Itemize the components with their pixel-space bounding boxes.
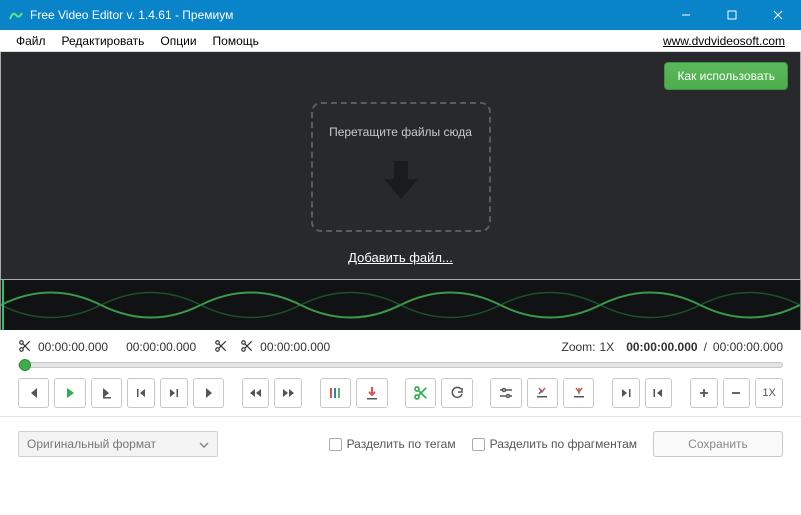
total-time: 00:00:00.000 bbox=[713, 340, 783, 354]
minimize-button[interactable] bbox=[663, 0, 709, 30]
down-arrow-icon bbox=[376, 155, 426, 210]
playhead-marker[interactable] bbox=[2, 280, 4, 330]
toolbar: 1X bbox=[0, 378, 801, 416]
menu-edit[interactable]: Редактировать bbox=[54, 32, 153, 50]
titlebar: Free Video Editor v. 1.4.61 - Премиум bbox=[0, 0, 801, 30]
current-time: 00:00:00.000 bbox=[626, 340, 697, 354]
scissor-icon bbox=[18, 339, 32, 356]
trim-left-button[interactable] bbox=[527, 378, 558, 408]
checkbox-icon bbox=[329, 438, 342, 451]
chevron-down-icon bbox=[199, 437, 209, 451]
format-combo[interactable]: Оригинальный формат bbox=[18, 431, 218, 457]
close-button[interactable] bbox=[755, 0, 801, 30]
waveform[interactable] bbox=[0, 280, 801, 330]
scissor-icon bbox=[214, 339, 228, 356]
cut-start-time: 00:00:00.000 bbox=[38, 340, 108, 354]
play-to-end-button[interactable] bbox=[91, 378, 122, 408]
split-by-tags-checkbox[interactable]: Разделить по тегам bbox=[329, 437, 456, 451]
menu-options[interactable]: Опции bbox=[152, 32, 204, 50]
cut-end-time: 00:00:00.000 bbox=[126, 340, 196, 354]
add-file-link[interactable]: Добавить файл... bbox=[348, 250, 453, 265]
menu-help[interactable]: Помощь bbox=[205, 32, 267, 50]
maximize-button[interactable] bbox=[709, 0, 755, 30]
zoom-label: Zoom: bbox=[561, 340, 595, 354]
zoom-value: 1X bbox=[600, 340, 615, 354]
split-by-tags-label: Разделить по тегам bbox=[347, 437, 456, 451]
seek-slider[interactable] bbox=[18, 362, 783, 368]
menubar: Файл Редактировать Опции Помощь www.dvdv… bbox=[0, 30, 801, 52]
how-to-use-button[interactable]: Как использовать bbox=[664, 62, 788, 90]
split-by-fragments-label: Разделить по фрагментам bbox=[490, 437, 637, 451]
dropzone-hint: Перетащите файлы сюда bbox=[329, 125, 472, 139]
skip-forward-button[interactable] bbox=[274, 378, 302, 408]
bottom-bar: Оригинальный формат Разделить по тегам Р… bbox=[0, 416, 801, 462]
settings-button[interactable] bbox=[490, 378, 521, 408]
step-forward-button[interactable] bbox=[193, 378, 224, 408]
next-frame-button[interactable] bbox=[160, 378, 188, 408]
video-stage: Как использовать Перетащите файлы сюда Д… bbox=[0, 52, 801, 280]
format-combo-value: Оригинальный формат bbox=[27, 437, 156, 451]
trim-right-button[interactable] bbox=[563, 378, 594, 408]
selection-time: 00:00:00.000 bbox=[260, 340, 330, 354]
website-link[interactable]: www.dvdvideosoft.com bbox=[663, 34, 793, 48]
skip-back-button[interactable] bbox=[242, 378, 270, 408]
mark-in-button[interactable] bbox=[612, 378, 640, 408]
dropzone[interactable]: Перетащите файлы сюда bbox=[311, 102, 491, 232]
time-info-row: 00:00:00.000 00:00:00.000 00:00:00.000 Z… bbox=[0, 330, 801, 356]
rotate-button[interactable] bbox=[441, 378, 472, 408]
window-controls bbox=[663, 0, 801, 30]
zoom-in-button[interactable] bbox=[690, 378, 718, 408]
save-button[interactable]: Сохранить bbox=[653, 431, 783, 457]
menu-file[interactable]: Файл bbox=[8, 32, 54, 50]
seek-knob[interactable] bbox=[19, 359, 31, 371]
zoom-reset-button[interactable]: 1X bbox=[755, 378, 783, 408]
app-icon bbox=[8, 7, 24, 23]
time-separator: / bbox=[704, 340, 707, 354]
marker-down-button[interactable] bbox=[356, 378, 387, 408]
markers-button[interactable] bbox=[320, 378, 351, 408]
checkbox-icon bbox=[472, 438, 485, 451]
zoom-out-button[interactable] bbox=[723, 378, 751, 408]
scissor-icon bbox=[240, 339, 254, 356]
play-button[interactable] bbox=[54, 378, 85, 408]
prev-frame-button[interactable] bbox=[127, 378, 155, 408]
split-by-fragments-checkbox[interactable]: Разделить по фрагментам bbox=[472, 437, 637, 451]
seek-slider-row bbox=[0, 356, 801, 378]
window-title: Free Video Editor v. 1.4.61 - Премиум bbox=[30, 8, 663, 22]
cut-button[interactable] bbox=[405, 378, 436, 408]
mark-out-button[interactable] bbox=[645, 378, 673, 408]
step-back-button[interactable] bbox=[18, 378, 49, 408]
